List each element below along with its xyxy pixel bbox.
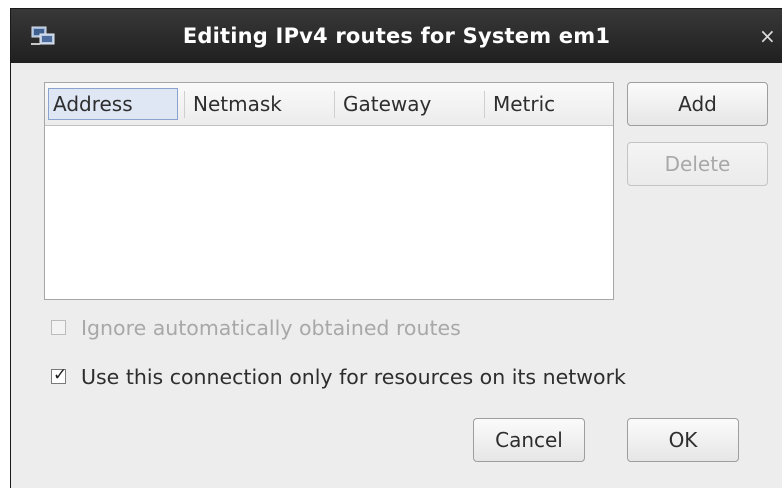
table-header: Address Netmask Gateway Metric bbox=[45, 83, 613, 126]
close-icon[interactable]: × bbox=[759, 26, 776, 46]
routes-table[interactable]: Address Netmask Gateway Metric bbox=[44, 82, 614, 300]
ignore-auto-routes-label: Ignore automatically obtained routes bbox=[81, 316, 461, 340]
checkmark-icon: ✓ bbox=[53, 365, 68, 385]
add-button[interactable]: Add bbox=[627, 82, 768, 126]
title-bar[interactable]: Editing IPv4 routes for System em1 × bbox=[11, 9, 782, 63]
column-header-gateway[interactable]: Gateway bbox=[335, 83, 483, 125]
table-body[interactable] bbox=[45, 126, 613, 299]
routes-dialog: Editing IPv4 routes for System em1 × Add… bbox=[10, 8, 782, 488]
use-only-for-network-label: Use this connection only for resources o… bbox=[81, 365, 626, 389]
ok-button[interactable]: OK bbox=[627, 418, 739, 462]
column-header-metric[interactable]: Metric bbox=[485, 83, 613, 125]
delete-button[interactable]: Delete bbox=[627, 142, 768, 186]
ignore-auto-routes-checkbox[interactable] bbox=[51, 320, 66, 335]
column-header-netmask[interactable]: Netmask bbox=[185, 83, 333, 125]
cancel-button[interactable]: Cancel bbox=[473, 418, 585, 462]
column-header-address[interactable]: Address bbox=[48, 88, 178, 120]
use-only-for-network-checkbox[interactable]: ✓ bbox=[51, 365, 67, 385]
window-title: Editing IPv4 routes for System em1 bbox=[182, 24, 611, 48]
